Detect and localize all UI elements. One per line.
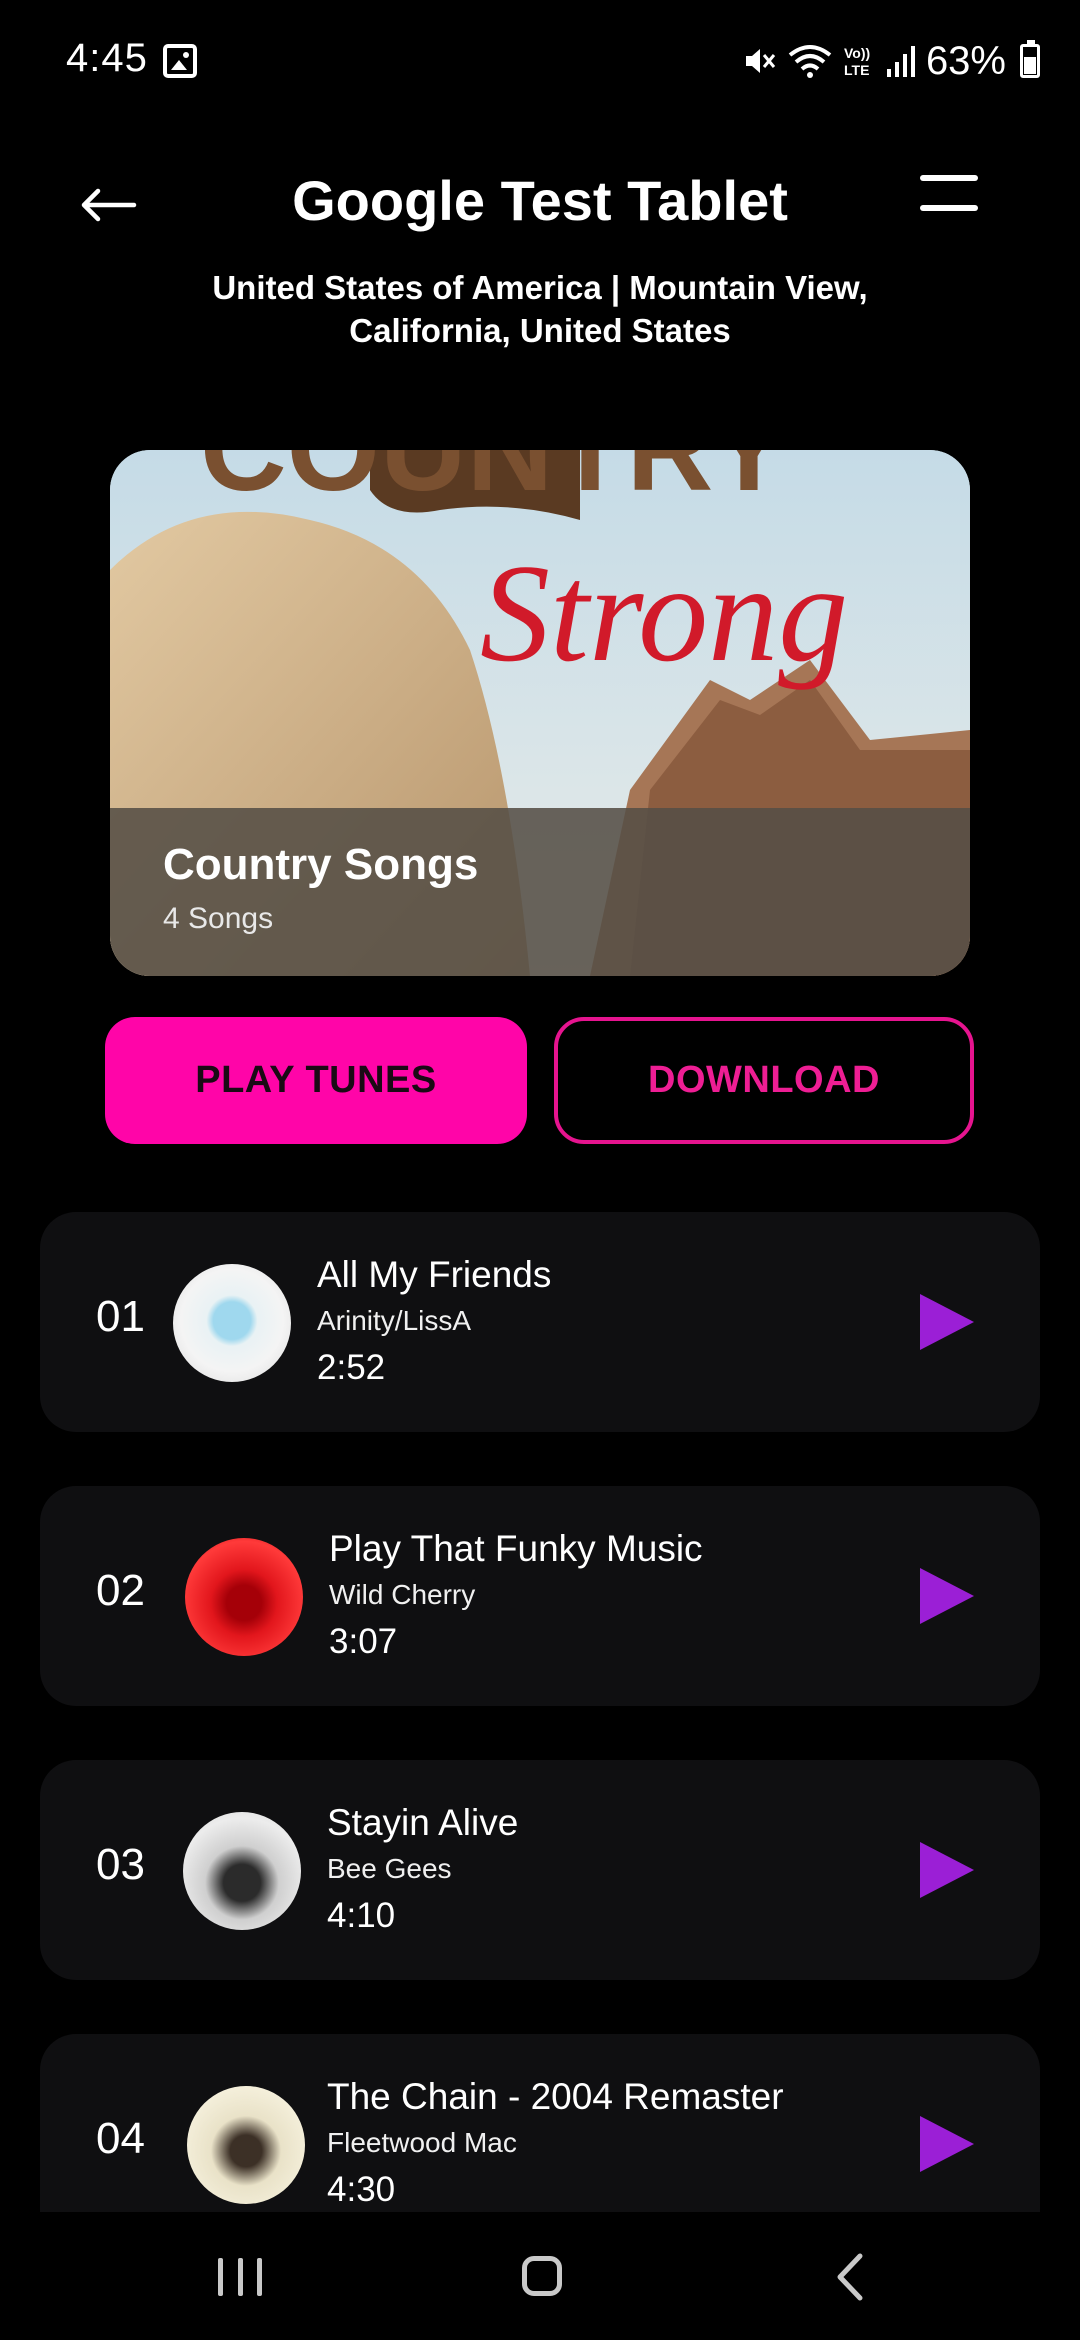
play-icon[interactable]: [916, 1290, 978, 1354]
song-row[interactable]: 03 Stayin Alive Bee Gees 4:10: [40, 1760, 1040, 1980]
song-duration: 3:07: [329, 1622, 398, 1661]
song-title: All My Friends: [317, 1254, 552, 1295]
play-icon[interactable]: [916, 1838, 978, 1902]
song-row[interactable]: 01 All My Friends Arinity/LissA 2:52: [40, 1212, 1040, 1432]
play-icon[interactable]: [916, 2112, 978, 2176]
system-back-icon[interactable]: [830, 2250, 870, 2304]
album-art: [183, 1812, 301, 1930]
song-artist: Bee Gees: [327, 1853, 452, 1884]
song-duration: 4:30: [327, 2170, 396, 2209]
home-button[interactable]: [522, 2256, 562, 2296]
song-number: 01: [96, 1292, 145, 1341]
song-artist: Wild Cherry: [329, 1579, 476, 1610]
song-number: 02: [96, 1566, 145, 1615]
song-duration: 2:52: [317, 1348, 386, 1387]
album-art: [185, 1538, 303, 1656]
song-list: 01 All My Friends Arinity/LissA 2:52 02 …: [0, 0, 1080, 2212]
play-icon[interactable]: [916, 1564, 978, 1628]
song-title: The Chain - 2004 Remaster: [327, 2076, 784, 2117]
song-title: Stayin Alive: [327, 1802, 519, 1843]
album-art: [187, 2086, 305, 2204]
song-artist: Arinity/LissA: [317, 1305, 472, 1336]
song-row[interactable]: 02 Play That Funky Music Wild Cherry 3:0…: [40, 1486, 1040, 1706]
recents-button[interactable]: [218, 2258, 262, 2296]
system-nav-bar: [0, 2212, 1080, 2340]
album-art: [173, 1264, 291, 1382]
song-number: 03: [96, 1840, 145, 1889]
song-duration: 4:10: [327, 1896, 396, 1935]
song-title: Play That Funky Music: [329, 1528, 703, 1569]
song-number: 04: [96, 2114, 145, 2163]
song-row[interactable]: 04 The Chain - 2004 Remaster Fleetwood M…: [40, 2034, 1040, 2212]
screen: 4:45 Vo)) LTE 63% Google Test Tablet Uni…: [0, 0, 1080, 2340]
song-artist: Fleetwood Mac: [327, 2127, 517, 2158]
